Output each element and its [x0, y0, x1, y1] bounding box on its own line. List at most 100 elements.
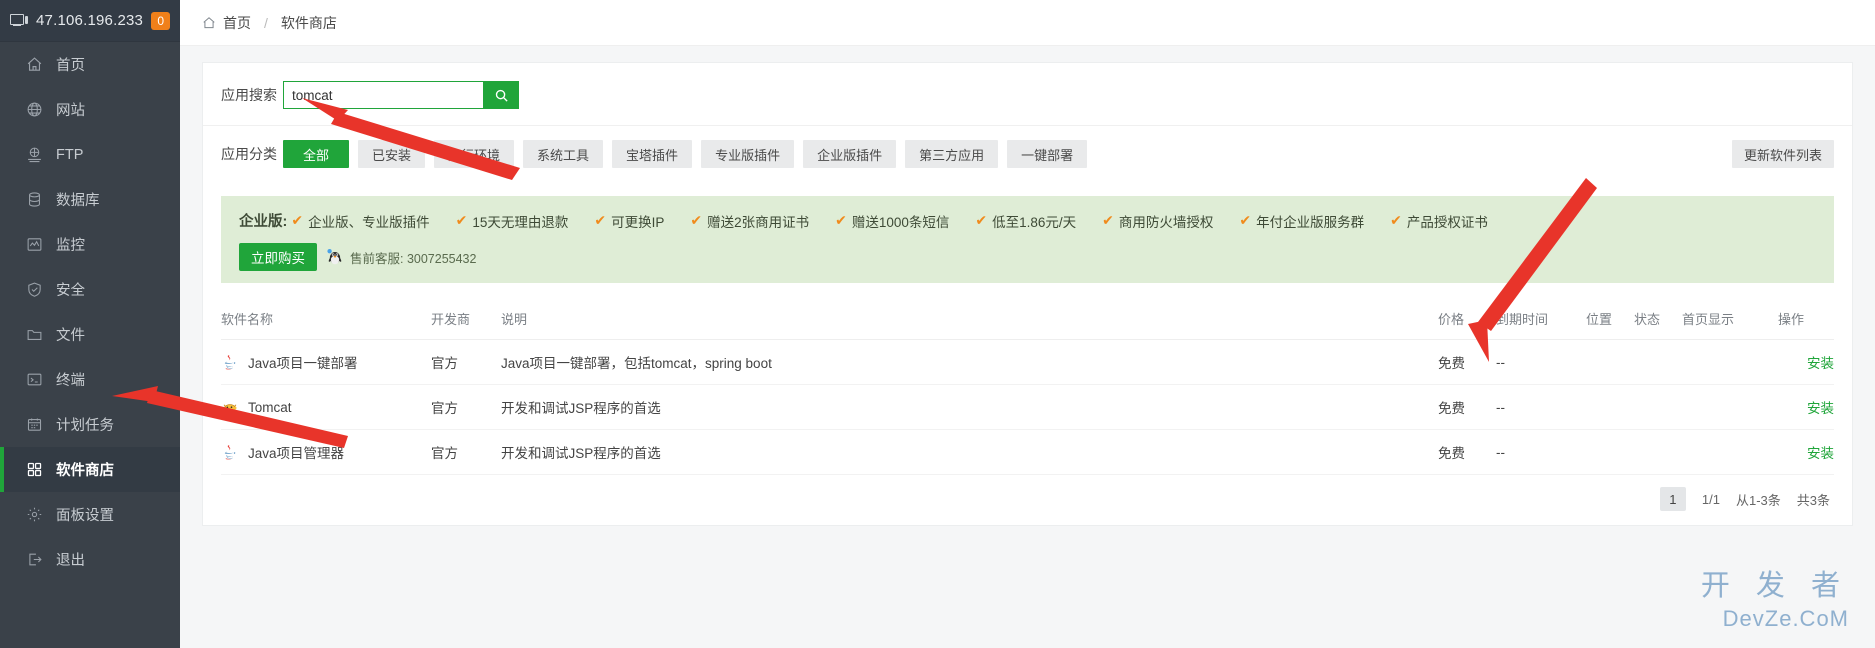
category-btn-enterprise-plugins[interactable]: 企业版插件: [803, 140, 897, 168]
category-btn-all[interactable]: 全部: [283, 140, 349, 168]
breadcrumb-home[interactable]: 首页: [223, 13, 251, 33]
buy-now-button[interactable]: 立即购买: [239, 243, 317, 271]
watermark-line-2: DevZe.CoM: [1722, 606, 1849, 631]
folder-icon: [25, 326, 43, 344]
col-header-description: 说明: [501, 299, 1438, 340]
update-software-list-button[interactable]: 更新软件列表: [1731, 140, 1834, 168]
promo-feature-label: 可更换IP: [611, 214, 665, 230]
category-btn-third-party[interactable]: 第三方应用: [905, 140, 999, 168]
cell-expire: --: [1496, 339, 1586, 385]
pagination-range: 从1-3条: [1735, 492, 1781, 508]
enterprise-promo-banner: 企业版: ✔ 企业版、专业版插件 ✔ 15天无理由退款 ✔ 可更换IP ✔ 赠送2张商用…: [221, 196, 1834, 283]
sidebar-item-software-store[interactable]: 软件商店: [0, 447, 180, 492]
promo-feature: ✔ 商用防火墙授权: [1102, 211, 1213, 231]
cell-price: 免费: [1438, 429, 1496, 475]
cell-price: 免费: [1438, 339, 1496, 385]
category-btn-runtime[interactable]: 运行环境: [434, 140, 515, 168]
notification-badge[interactable]: 0: [151, 11, 170, 30]
promo-feature-line: 企业版: ✔ 企业版、专业版插件 ✔ 15天无理由退款 ✔ 可更换IP ✔ 赠送2张商用…: [239, 210, 1816, 231]
promo-feature-label: 赠送1000条短信: [851, 214, 950, 230]
sidebar-item-logout[interactable]: 退出: [0, 537, 180, 582]
promo-feature-label: 年付企业版服务群: [1256, 214, 1365, 230]
cell-homepage: [1682, 429, 1778, 475]
breadcrumb-current: 软件商店: [280, 14, 337, 31]
terminal-icon: [25, 371, 43, 389]
sidebar-item-label: 文件: [56, 328, 85, 344]
cell-description: 开发和调试JSP程序的首选: [501, 429, 1438, 475]
shield-icon: [25, 281, 43, 299]
promo-title: 企业版:: [239, 214, 288, 230]
sidebar-item-label: 计划任务: [56, 418, 114, 434]
sidebar-item-label: 退出: [56, 553, 85, 569]
col-header-developer: 开发商: [431, 299, 501, 340]
install-button[interactable]: 安装: [1807, 446, 1834, 461]
promo-feature: ✔ 低至1.86元/天: [975, 211, 1076, 231]
col-header-price: 价格: [1438, 299, 1496, 340]
promo-feature-label: 赠送2张商用证书: [707, 214, 810, 230]
ftp-icon: [25, 146, 43, 164]
server-ip: 47.106.196.233: [36, 12, 144, 29]
sidebar-item-database[interactable]: 数据库: [0, 177, 180, 222]
promo-feature: ✔ 15天无理由退款: [456, 211, 569, 231]
cell-description: Java项目一键部署，包括tomcat，spring boot: [501, 339, 1438, 385]
content-panel: 应用搜索 应用分类 全部 已安装 运行环境 系统工具 宝塔插件 专业版插件 企业…: [202, 62, 1853, 526]
category-btn-pro-plugins[interactable]: 专业版插件: [701, 140, 795, 168]
sidebar-item-label: 面板设置: [56, 508, 114, 524]
breadcrumb: 首页 / 软件商店: [180, 0, 1875, 46]
sidebar-item-label: 数据库: [56, 193, 100, 209]
cell-developer: 官方: [431, 429, 501, 475]
promo-feature: ✔ 可更换IP: [594, 211, 664, 231]
sidebar-item-label: 首页: [56, 58, 85, 74]
tomcat-icon: [223, 404, 237, 412]
cell-price: 免费: [1438, 384, 1496, 430]
support-contact[interactable]: 售前客服: 3007255432: [325, 247, 476, 267]
search-icon: [495, 89, 508, 102]
category-btn-installed[interactable]: 已安装: [358, 140, 426, 168]
sidebar-item-home[interactable]: 首页: [0, 42, 180, 87]
search-label: 应用搜索: [221, 87, 277, 103]
search-input[interactable]: [283, 81, 483, 109]
cell-developer: 官方: [431, 339, 501, 385]
app-name-cell: Java项目一键部署: [221, 352, 431, 372]
check-icon: ✔: [291, 212, 304, 228]
check-icon: ✔: [594, 212, 607, 228]
promo-action-line: 立即购买 售前客服: 3007255432: [239, 243, 1816, 271]
pagination-page-1[interactable]: 1: [1659, 487, 1686, 511]
check-icon: ✔: [1390, 212, 1402, 228]
install-button[interactable]: 安装: [1807, 356, 1834, 371]
gear-icon: [25, 506, 43, 524]
app-name: Tomcat: [248, 399, 292, 415]
search-button[interactable]: [483, 81, 519, 109]
sidebar-item-panel-settings[interactable]: 面板设置: [0, 492, 180, 537]
category-btn-one-click-deploy[interactable]: 一键部署: [1007, 140, 1088, 168]
sidebar-item-monitor[interactable]: 监控: [0, 222, 180, 267]
check-icon: ✔: [690, 212, 703, 228]
main-content: 首页 / 软件商店 应用搜索 应用分类 全部 已安装 运行环境: [180, 0, 1875, 648]
install-button[interactable]: 安装: [1807, 401, 1834, 416]
sidebar-item-label: 监控: [56, 238, 85, 254]
sidebar-item-files[interactable]: 文件: [0, 312, 180, 357]
check-icon: ✔: [835, 212, 847, 228]
sidebar: 47.106.196.233 0 首页 网站 FTP 数据库 监控 安全 文件 …: [0, 0, 180, 648]
sidebar-item-ftp[interactable]: FTP: [0, 132, 180, 177]
monitor-icon: [10, 13, 28, 28]
col-header-status: 状态: [1634, 299, 1682, 340]
app-name-cell: Tomcat: [221, 398, 431, 416]
sidebar-item-crontab[interactable]: 计划任务: [0, 402, 180, 447]
col-header-expire: 到期时间: [1496, 299, 1586, 340]
logout-icon: [25, 551, 43, 569]
cell-status: [1634, 384, 1682, 430]
sidebar-item-terminal[interactable]: 终端: [0, 357, 180, 402]
sidebar-item-website[interactable]: 网站: [0, 87, 180, 132]
sidebar-item-security[interactable]: 安全: [0, 267, 180, 312]
qq-penguin-icon: [327, 249, 342, 265]
cell-expire: --: [1496, 429, 1586, 475]
cell-homepage: [1682, 384, 1778, 430]
category-btn-bt-plugins[interactable]: 宝塔插件: [612, 140, 693, 168]
cell-homepage: [1682, 339, 1778, 385]
promo-feature: ✔ 产品授权证书: [1390, 211, 1488, 231]
support-text: 售前客服: 3007255432: [350, 251, 477, 266]
category-btn-system-tools[interactable]: 系统工具: [523, 140, 604, 168]
home-icon: [202, 16, 216, 30]
cell-developer: 官方: [431, 384, 501, 430]
